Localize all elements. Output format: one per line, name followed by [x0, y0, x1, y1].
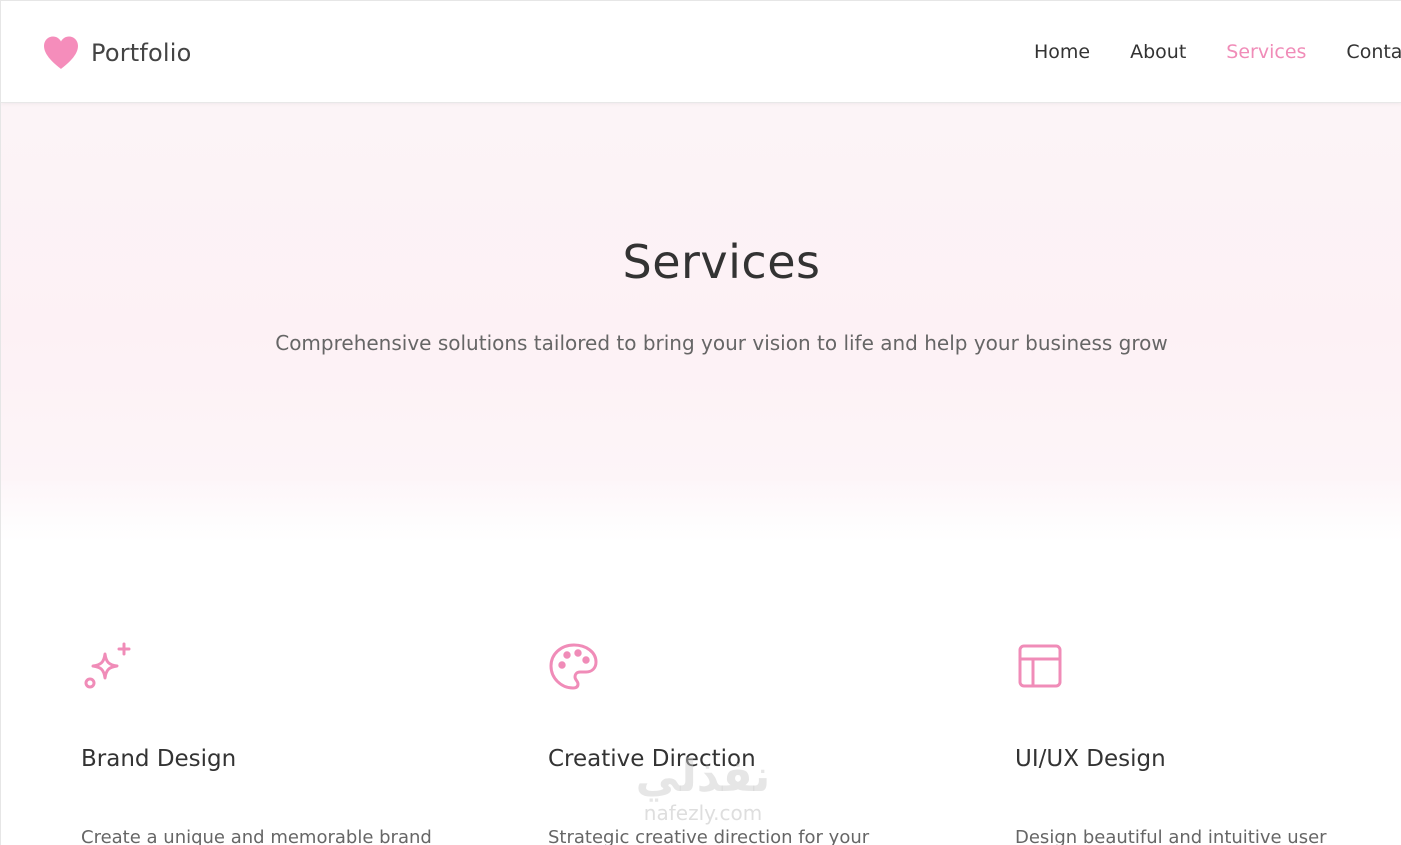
watermark-latin: nafezly.com — [643, 801, 763, 825]
site-header: Portfolio Home About Services Contact — [1, 1, 1401, 103]
layout-icon — [1018, 644, 1062, 688]
hero-fade — [1, 481, 1401, 541]
nav-home[interactable]: Home — [1034, 39, 1090, 65]
page-subtitle: Comprehensive solutions tailored to brin… — [275, 331, 1168, 355]
service-title: Creative Direction — [548, 746, 756, 772]
service-card-brand-design: Brand Design Create a unique and memorab… — [81, 641, 501, 845]
brand-logo[interactable]: Portfolio — [41, 31, 192, 75]
service-description: Strategic creative direction for your — [548, 827, 870, 845]
service-card-ui-ux-design: UI/UX Design Design beautiful and intuit… — [1015, 641, 1401, 845]
nav-contact[interactable]: Contact — [1346, 39, 1401, 65]
service-title: Brand Design — [81, 746, 237, 772]
palette-icon — [549, 643, 598, 690]
hero-section: Services Comprehensive solutions tailore… — [1, 103, 1401, 481]
page: Portfolio Home About Services Contact Se… — [0, 0, 1401, 845]
heart-icon — [44, 36, 78, 69]
nav-about[interactable]: About — [1130, 39, 1186, 65]
service-card-creative-direction: Creative Direction Strategic creative di… — [548, 641, 968, 845]
main-nav: Home About Services Contact — [1034, 39, 1401, 65]
service-description: Design beautiful and intuitive user — [1015, 827, 1327, 845]
service-description: Create a unique and memorable brand — [81, 827, 432, 845]
nav-services[interactable]: Services — [1226, 39, 1306, 65]
service-title: UI/UX Design — [1015, 746, 1166, 772]
sparkles-icon — [84, 642, 131, 689]
page-title: Services — [622, 235, 821, 289]
brand-name: Portfolio — [91, 39, 192, 67]
